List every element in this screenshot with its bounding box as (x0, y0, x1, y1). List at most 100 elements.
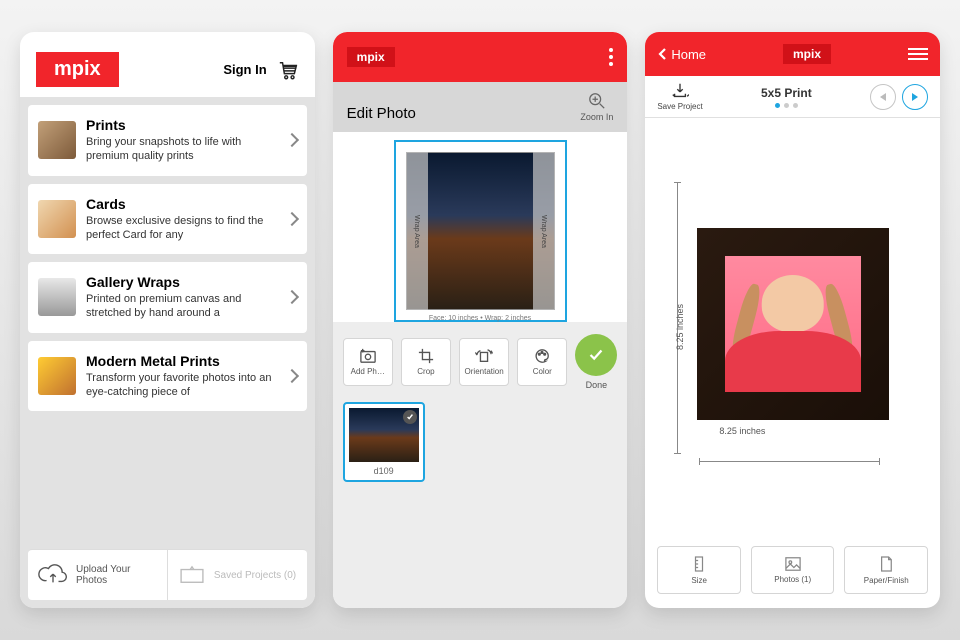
dimension-vertical: 8.25 inches (675, 304, 685, 350)
upload-label: Upload Your Photos (76, 564, 157, 586)
ruler-icon (692, 555, 706, 573)
header: Home mpix (645, 32, 940, 76)
category-list: Prints Bring your snapshots to life with… (20, 97, 315, 608)
screen-print-preview: Home mpix Save Project 5x5 Print 8.25 in… (645, 32, 940, 608)
more-icon[interactable] (609, 48, 613, 66)
selected-check-icon (403, 410, 417, 424)
crop-icon (418, 348, 434, 364)
add-photo-button[interactable]: Add Ph… (343, 338, 393, 386)
rotate-icon (475, 348, 493, 364)
category-metal-prints[interactable]: Modern Metal Prints Transform your favor… (28, 341, 307, 412)
dimension-line-horizontal (699, 461, 880, 462)
screen-edit-photo: mpix Edit Photo Zoom In Wrap Area Wrap A… (333, 32, 628, 608)
category-gallery-wraps[interactable]: Gallery Wraps Printed on premium canvas … (28, 262, 307, 333)
tool-label: Crop (417, 367, 434, 376)
footer-tabs: Size Photos (1) Paper/Finish (645, 536, 940, 608)
title-block: 5x5 Print (761, 86, 812, 108)
tool-label: Orientation (465, 367, 504, 376)
wrap-area-left: Wrap Area (406, 152, 428, 310)
size-tab[interactable]: Size (657, 546, 741, 594)
saved-projects-button[interactable]: Saved Projects (0) (168, 550, 307, 600)
category-desc: Browse exclusive designs to find the per… (86, 214, 277, 243)
logo: mpix (36, 52, 119, 87)
dimension-horizontal: 8.25 inches (719, 426, 765, 436)
cart-icon[interactable] (277, 60, 299, 80)
photo (725, 256, 861, 392)
photos-tab[interactable]: Photos (1) (751, 546, 835, 594)
category-desc: Bring your snapshots to life with premiu… (86, 135, 277, 164)
chevron-left-icon (657, 47, 667, 61)
framed-photo[interactable] (697, 228, 889, 420)
category-title: Cards (86, 196, 277, 212)
frame-icon (178, 565, 206, 585)
logo: mpix (783, 44, 831, 64)
menu-icon[interactable] (908, 48, 928, 60)
sign-in-link[interactable]: Sign In (223, 62, 266, 77)
save-icon (671, 82, 689, 100)
category-title: Modern Metal Prints (86, 353, 277, 369)
save-project-button[interactable]: Save Project (657, 82, 702, 111)
zoom-in-button[interactable]: Zoom In (580, 92, 613, 122)
category-text: Cards Browse exclusive designs to find t… (86, 196, 277, 243)
thumbnail-label: d109 (349, 466, 419, 476)
upload-photos-button[interactable]: Upload Your Photos (28, 550, 168, 600)
category-prints[interactable]: Prints Bring your snapshots to life with… (28, 105, 307, 176)
paper-finish-tab[interactable]: Paper/Finish (844, 546, 928, 594)
chevron-right-icon (285, 369, 299, 383)
tab-label: Paper/Finish (864, 576, 909, 585)
tool-label: Add Ph… (351, 367, 385, 376)
camera-plus-icon (359, 348, 377, 364)
nav-arrows (870, 84, 928, 110)
footer-actions: Upload Your Photos Saved Projects (0) (28, 549, 307, 600)
print-title: 5x5 Print (761, 86, 812, 100)
home-button[interactable]: Home (657, 47, 706, 62)
zoom-in-icon (588, 92, 606, 110)
cloud-upload-icon (38, 564, 68, 586)
category-text: Prints Bring your snapshots to life with… (86, 117, 277, 164)
image-icon (784, 556, 802, 572)
next-button[interactable] (902, 84, 928, 110)
logo: mpix (347, 47, 395, 67)
category-text: Gallery Wraps Printed on premium canvas … (86, 274, 277, 321)
page-indicator (761, 103, 812, 108)
home-label: Home (671, 47, 706, 62)
chevron-right-icon (285, 133, 299, 147)
save-label: Save Project (657, 102, 702, 111)
photo-subject (725, 256, 861, 392)
header-right: Sign In (223, 60, 298, 80)
print-preview: 8.25 inches 8.25 inches (645, 118, 940, 536)
screen-home: mpix Sign In Prints Bring your snapshots… (20, 32, 315, 608)
category-thumb (38, 357, 76, 395)
tab-label: Photos (1) (774, 575, 811, 584)
wrap-area-right: Wrap Area (533, 152, 555, 310)
photo-thumbnail[interactable]: d109 (343, 402, 425, 482)
category-desc: Printed on premium canvas and stretched … (86, 292, 277, 321)
chevron-right-icon (285, 290, 299, 304)
tab-label: Size (691, 576, 707, 585)
category-title: Gallery Wraps (86, 274, 277, 290)
color-button[interactable]: Color (517, 338, 567, 386)
edit-toolbar: Add Ph… Crop Orientation Color Done (333, 322, 628, 402)
tool-label: Color (533, 367, 552, 376)
zoom-label: Zoom In (580, 112, 613, 122)
subheader: Edit Photo Zoom In (333, 82, 628, 132)
page-title: Edit Photo (347, 105, 416, 122)
saved-label: Saved Projects (0) (214, 570, 296, 581)
crop-button[interactable]: Crop (401, 338, 451, 386)
orientation-button[interactable]: Orientation (459, 338, 509, 386)
crop-dimensions: Face: 10 inches • Wrap: 2 inches (396, 315, 565, 322)
header: mpix (333, 32, 628, 82)
category-cards[interactable]: Cards Browse exclusive designs to find t… (28, 184, 307, 255)
category-desc: Transform your favorite photos into an e… (86, 371, 277, 400)
done-label: Done (575, 380, 617, 390)
done-button[interactable] (575, 334, 617, 376)
category-thumb (38, 200, 76, 238)
category-thumb (38, 121, 76, 159)
prev-button[interactable] (870, 84, 896, 110)
check-icon (586, 345, 606, 365)
category-text: Modern Metal Prints Transform your favor… (86, 353, 277, 400)
chevron-right-icon (285, 212, 299, 226)
photo-editor[interactable]: Wrap Area Wrap Area Face: 10 inches • Wr… (333, 132, 628, 322)
crop-frame[interactable]: Wrap Area Wrap Area Face: 10 inches • Wr… (394, 140, 567, 322)
subheader: Save Project 5x5 Print (645, 76, 940, 118)
